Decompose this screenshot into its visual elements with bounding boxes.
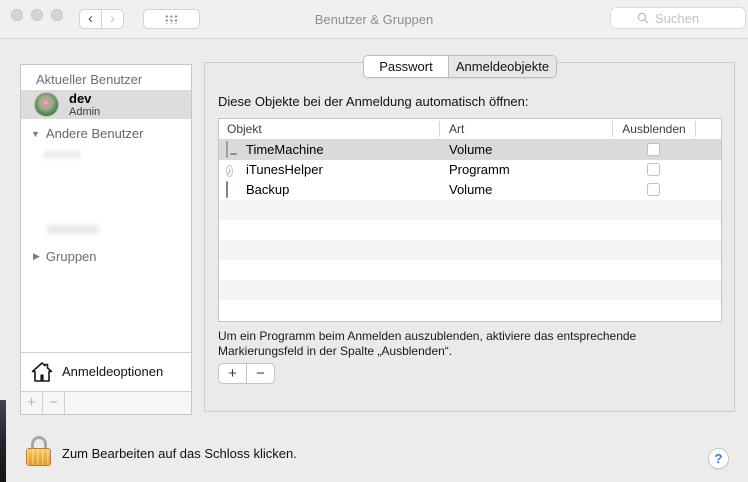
- empty-row: [219, 220, 721, 240]
- minimize-window-button[interactable]: [31, 9, 43, 21]
- redacted-user-entry: [43, 151, 81, 158]
- search-icon: [637, 12, 649, 24]
- close-window-button[interactable]: [11, 9, 23, 21]
- chevron-left-icon: ‹: [88, 10, 93, 27]
- remove-user-button[interactable]: −: [43, 392, 65, 414]
- groups-label: Gruppen: [46, 249, 97, 264]
- empty-row: [219, 300, 721, 320]
- lock-instruction-text: Zum Bearbeiten auf das Schloss klicken.: [62, 446, 297, 461]
- item-type: Programm: [449, 162, 510, 177]
- empty-row: [219, 260, 721, 280]
- table-header: Objekt Art Ausblenden: [219, 119, 721, 140]
- login-items-table: Objekt Art Ausblenden TimeMachine Volume…: [218, 118, 722, 322]
- home-icon: [30, 360, 54, 384]
- zoom-window-button[interactable]: [51, 9, 63, 21]
- search-field[interactable]: [610, 7, 746, 29]
- backup-drive-icon: [226, 181, 228, 198]
- search-input[interactable]: [653, 10, 719, 27]
- column-divider: [439, 121, 440, 137]
- note-line-2: Markierungsfeld in der Spalte „Ausblende…: [218, 344, 636, 359]
- add-user-button[interactable]: +: [21, 392, 43, 414]
- column-header-art[interactable]: Art: [449, 122, 464, 136]
- lock-body: [26, 448, 51, 466]
- item-name: TimeMachine: [246, 142, 324, 157]
- empty-row: [219, 240, 721, 260]
- item-name: Backup: [246, 182, 289, 197]
- help-button[interactable]: ?: [708, 448, 729, 469]
- add-remove-item-buttons: + −: [218, 363, 275, 384]
- hide-items-note: Um ein Programm beim Anmelden auszublend…: [218, 329, 636, 358]
- add-login-item-button[interactable]: +: [218, 363, 247, 384]
- column-header-ausblenden[interactable]: Ausblenden: [613, 122, 695, 136]
- tab-anmeldeobjekte[interactable]: Anmeldeobjekte: [448, 56, 556, 77]
- traffic-lights: [11, 9, 63, 21]
- hide-checkbox[interactable]: [647, 163, 660, 176]
- remove-login-item-button[interactable]: −: [246, 363, 275, 384]
- login-options-label: Anmeldeoptionen: [62, 353, 163, 391]
- hide-checkbox[interactable]: [647, 143, 660, 156]
- tab-bar: Passwort Anmeldeobjekte: [363, 55, 557, 78]
- groups-disclosure[interactable]: ▶ Gruppen: [33, 249, 97, 264]
- disclosure-down-icon: ▼: [31, 129, 40, 139]
- current-user-header: Aktueller Benutzer: [36, 72, 142, 87]
- toolbar: ‹ › Benutzer & Gruppen: [0, 0, 748, 39]
- disclosure-right-icon: ▶: [33, 251, 40, 262]
- item-type: Volume: [449, 182, 492, 197]
- user-role: Admin: [69, 106, 100, 118]
- tab-passwort[interactable]: Passwort: [364, 56, 448, 77]
- table-row[interactable]: ♪ iTunesHelper Programm: [219, 160, 721, 180]
- drive-icon: [226, 141, 228, 158]
- table-row[interactable]: TimeMachine Volume: [219, 140, 721, 160]
- user-name: dev: [69, 91, 91, 106]
- forward-button[interactable]: ›: [101, 9, 124, 29]
- nav-buttons: ‹ ›: [79, 9, 124, 29]
- empty-row: [219, 200, 721, 220]
- grid-icon: [164, 14, 179, 24]
- column-header-objekt[interactable]: Objekt: [227, 122, 262, 136]
- sidebar-item-login-options[interactable]: Anmeldeoptionen: [21, 353, 191, 391]
- login-items-heading: Diese Objekte bei der Anmeldung automati…: [218, 94, 529, 109]
- redacted-user-entry: [47, 225, 99, 234]
- sidebar-add-remove-bar: + −: [21, 392, 191, 414]
- empty-row: [219, 280, 721, 300]
- other-users-label: Andere Benutzer: [46, 126, 144, 141]
- user-avatar: [34, 92, 59, 117]
- hide-checkbox[interactable]: [647, 183, 660, 196]
- users-groups-window: ‹ › Benutzer & Gruppen Aktueller Benutze…: [0, 0, 748, 482]
- column-divider: [612, 121, 613, 137]
- item-name: iTunesHelper: [246, 162, 323, 177]
- itunes-icon: ♪: [226, 165, 233, 177]
- other-users-disclosure[interactable]: ▼ Andere Benutzer: [31, 126, 144, 141]
- item-type: Volume: [449, 142, 492, 157]
- lock-icon[interactable]: [26, 436, 52, 466]
- back-button[interactable]: ‹: [79, 9, 102, 29]
- desktop-background-sliver: [0, 400, 6, 482]
- note-line-1: Um ein Programm beim Anmelden auszublend…: [218, 329, 636, 344]
- sidebar-item-current-user[interactable]: dev Admin: [21, 90, 191, 119]
- user-list-sidebar: Aktueller Benutzer dev Admin ▼ Andere Be…: [20, 64, 192, 415]
- show-all-preferences-button[interactable]: [143, 9, 200, 29]
- chevron-right-icon: ›: [110, 10, 115, 27]
- table-row[interactable]: Backup Volume: [219, 180, 721, 200]
- column-divider: [695, 121, 696, 137]
